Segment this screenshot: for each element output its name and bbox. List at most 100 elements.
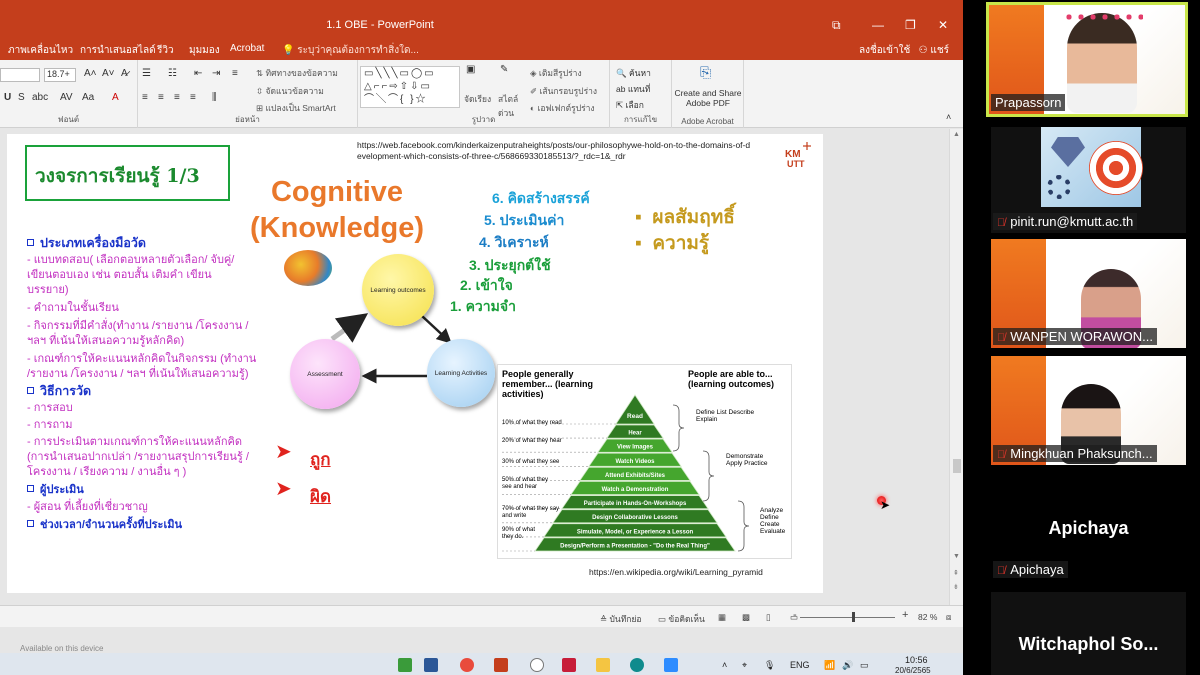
notes-button[interactable]: ≙ บันทึกย่อ	[600, 612, 642, 626]
cursor-icon: ➤	[880, 498, 891, 512]
quick-styles-icon[interactable]: ✎	[500, 64, 508, 75]
font-color-button[interactable]: A	[112, 92, 119, 103]
cognitive-line2: (Knowledge)	[250, 212, 424, 244]
char-spacing-button[interactable]: abc	[32, 92, 48, 103]
replace-button[interactable]: ab แทนที่	[616, 82, 650, 96]
zoom-in-button[interactable]: +	[902, 609, 908, 621]
present-icon[interactable]: ⧉	[832, 18, 841, 33]
mail-icon[interactable]	[562, 658, 576, 672]
measurement-tools-section: ประเภทเครื่องมือวัด - แบบทดสอบ( เลือกตอบ…	[27, 236, 256, 533]
close-button[interactable]: ✕	[938, 18, 948, 32]
account-area[interactable]: ลงชื่อเข้าใช้ ⚇ แชร์	[859, 43, 949, 58]
tab-review[interactable]: รีวิว	[157, 43, 174, 58]
vertical-scrollbar[interactable]: ▲ ▼ ⇞ ⇟	[949, 129, 963, 605]
powerpoint-icon[interactable]	[494, 658, 508, 672]
participant-tile[interactable]: 🎙̸ Mingkhuan Phaksunch...	[991, 356, 1186, 465]
scrollbar-thumb[interactable]	[953, 459, 961, 473]
participant-tile[interactable]: Prapassorn	[986, 2, 1188, 117]
pyramid-level-label: View Images	[617, 445, 654, 451]
shrink-font-button[interactable]: A˅	[102, 68, 115, 79]
strikethrough-button[interactable]: S	[18, 92, 25, 103]
decrease-indent-button[interactable]: ⇤	[194, 68, 202, 79]
restore-button[interactable]: ❐	[905, 18, 916, 32]
notes-pane[interactable]: Available on this device	[0, 627, 963, 653]
tab-acrobat[interactable]: Acrobat	[230, 43, 264, 54]
signin-link[interactable]: ลงชื่อเข้าใช้	[859, 45, 910, 56]
align-right-button[interactable]: ≡	[174, 92, 180, 103]
participant-tile[interactable]: 🎙̸ pinit.run@kmutt.ac.th	[991, 127, 1186, 233]
share-icon: ⚇	[918, 45, 928, 56]
tray-chevron-icon[interactable]: ˄	[722, 660, 727, 670]
participant-tile[interactable]: Witchaphol So...	[991, 592, 1186, 675]
fit-slide-icon[interactable]: ⧈	[946, 612, 951, 623]
clock-icon[interactable]	[530, 658, 544, 672]
comments-button[interactable]: ▭ ข้อคิดเห็น	[658, 612, 705, 626]
line-spacing-button[interactable]: ≡	[232, 68, 238, 79]
normal-view-icon[interactable]: ▦	[718, 612, 726, 623]
zoom-level[interactable]: 82 %	[918, 612, 937, 622]
chrome-icon[interactable]	[460, 658, 474, 672]
align-text-button[interactable]: ⇳ จัดแนวข้อความ	[256, 84, 324, 98]
tab-view[interactable]: มุมมอง	[189, 43, 220, 58]
scroll-down-icon[interactable]: ▼	[953, 553, 960, 560]
tab-animations[interactable]: ภาพเคลื่อนไหว	[8, 43, 73, 58]
muted-mic-icon: 🎙̸	[997, 332, 1006, 344]
search-placeholder: ระบุว่าคุณต้องการทำสิ่งใด...	[297, 45, 419, 56]
slide-canvas[interactable]: วงจรการเรียนรู้ 1/3 https://web.facebook…	[7, 134, 823, 593]
shapes-gallery[interactable]: ▭╲╲╲▭◯▭ △⌐⌐⇨⇧⇩▭ ⌒╲⌒{ }☆	[360, 66, 460, 108]
share-button[interactable]: แชร์	[930, 45, 949, 56]
justify-button[interactable]: ≡	[190, 92, 196, 103]
zoom-out-button[interactable]: -	[793, 609, 797, 621]
underline-button[interactable]: U	[4, 92, 11, 103]
columns-button[interactable]: ⫼	[212, 92, 217, 103]
slide-sorter-icon[interactable]: ▩	[742, 612, 750, 623]
volume-icon[interactable]: 🔊	[842, 660, 853, 671]
mic-icon: 🎙	[764, 660, 776, 670]
pdf-icon[interactable]: ⎘	[700, 64, 711, 81]
participant-display-name: Apichaya	[1048, 518, 1129, 538]
zoom-icon[interactable]	[664, 658, 678, 672]
scroll-up-icon[interactable]: ▲	[953, 131, 960, 138]
spacing-button[interactable]: AV	[60, 92, 73, 103]
wifi-icon[interactable]: 📶	[824, 660, 835, 671]
minimize-button[interactable]: —	[872, 18, 884, 32]
align-center-button[interactable]: ≡	[158, 92, 164, 103]
text-direction-button[interactable]: ⇅ ทิศทางของข้อความ	[256, 66, 338, 80]
shape-fill-button[interactable]: ◈ เติมสีรูปร่าง	[530, 66, 582, 80]
folder-icon[interactable]	[596, 658, 610, 672]
language-indicator[interactable]: ENG	[790, 660, 810, 670]
numbering-button[interactable]: ☷	[168, 68, 177, 79]
align-left-button[interactable]: ≡	[142, 92, 148, 103]
clear-format-button[interactable]: A̷	[121, 68, 128, 79]
shape-outline-button[interactable]: ✐ เส้นกรอบรูปร่าง	[530, 84, 597, 98]
increase-indent-button[interactable]: ⇥	[212, 68, 220, 79]
font-size-box[interactable]: 18.7+	[44, 68, 76, 82]
participant-tile[interactable]: 🎙̸ WANPEN WORAWON...	[991, 239, 1186, 348]
lightbulb-icon: 💡	[282, 45, 295, 56]
clock-date[interactable]: 20/6/2565	[895, 666, 931, 675]
grow-font-button[interactable]: A˄	[84, 68, 97, 79]
battery-icon[interactable]: ▭	[860, 660, 869, 671]
bullets-button[interactable]: ☰	[142, 68, 151, 79]
create-pdf-button[interactable]: Create and Share Adobe PDF	[672, 88, 744, 108]
edge-icon[interactable]	[630, 658, 644, 672]
change-case-button[interactable]: Aa	[82, 92, 94, 103]
arrange-icon[interactable]: ▣	[466, 64, 475, 75]
zoom-slider[interactable]	[800, 617, 895, 618]
select-button[interactable]: ⇱ เลือก	[616, 98, 644, 112]
word-icon[interactable]	[424, 658, 438, 672]
participant-tile[interactable]: Apichaya 🎙̸ Apichaya	[991, 473, 1186, 582]
app-icon[interactable]	[398, 658, 412, 672]
find-button[interactable]: 🔍 ค้นหา	[616, 66, 651, 80]
reading-view-icon[interactable]: ▯	[766, 612, 771, 623]
zoom-slider-thumb[interactable]	[852, 612, 855, 622]
tell-me-search[interactable]: 💡 ระบุว่าคุณต้องการทำสิ่งใด...	[282, 43, 419, 58]
section-header-text: วิธีการวัด	[40, 384, 92, 398]
font-name-box[interactable]	[0, 68, 40, 82]
arrange-label[interactable]: จัดเรียง	[464, 92, 491, 106]
tab-slideshow[interactable]: การนำเสนอสไลด์	[80, 43, 156, 58]
collapse-ribbon-icon[interactable]: ˄	[946, 112, 951, 122]
clock-time[interactable]: 10:56	[905, 655, 928, 665]
prev-slide-icon[interactable]: ⇞	[953, 569, 959, 577]
next-slide-icon[interactable]: ⇟	[953, 583, 959, 591]
